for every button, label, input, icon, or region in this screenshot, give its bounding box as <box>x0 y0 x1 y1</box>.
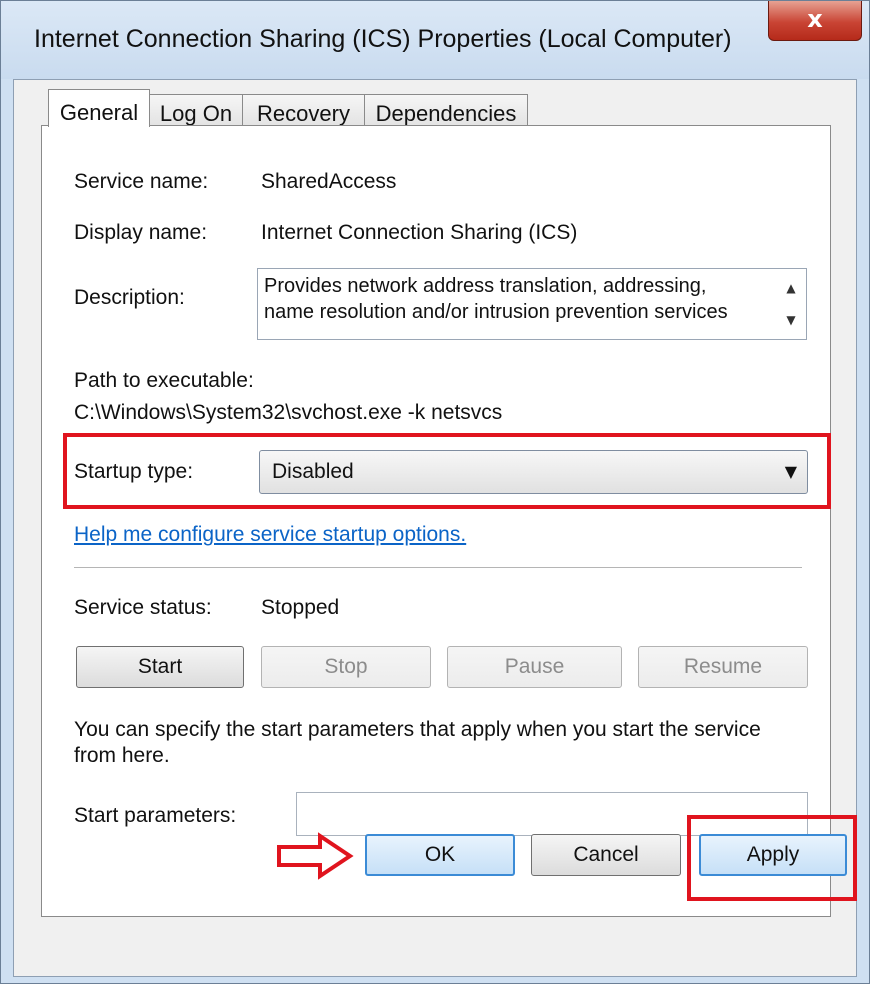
description-label: Description: <box>74 286 185 309</box>
ok-button[interactable]: OK <box>365 834 515 876</box>
service-status-value: Stopped <box>261 596 340 619</box>
description-field[interactable]: Provides network address translation, ad… <box>257 268 807 340</box>
service-name-label: Service name: <box>74 170 209 193</box>
properties-dialog: Internet Connection Sharing (ICS) Proper… <box>0 0 870 984</box>
divider <box>74 567 802 569</box>
startup-type-value: Disabled <box>272 460 354 483</box>
service-status-label: Service status: <box>74 596 212 619</box>
description-text: Provides network address translation, ad… <box>264 275 728 323</box>
scroll-down-icon[interactable]: ▼ <box>780 309 802 331</box>
pause-button[interactable]: Pause <box>447 646 622 688</box>
startup-type-label: Startup type: <box>74 460 194 483</box>
service-name-value: SharedAccess <box>261 170 397 193</box>
tab-recovery[interactable]: Recovery <box>242 94 365 126</box>
chevron-down-icon: ▼ <box>784 462 797 481</box>
startup-type-select[interactable]: Disabled ▼ <box>259 450 808 494</box>
resume-button[interactable]: Resume <box>638 646 808 688</box>
display-name-value: Internet Connection Sharing (ICS) <box>261 221 578 244</box>
start-button[interactable]: Start <box>76 646 244 688</box>
title-bar[interactable]: Internet Connection Sharing (ICS) Proper… <box>1 1 869 79</box>
stop-button[interactable]: Stop <box>261 646 431 688</box>
start-parameters-label: Start parameters: <box>74 804 237 827</box>
tab-general[interactable]: General <box>48 89 150 127</box>
close-icon: x <box>807 5 823 33</box>
tab-dependencies[interactable]: Dependencies <box>364 94 528 126</box>
start-parameters-info: You can specify the start parameters tha… <box>74 718 761 767</box>
path-value: C:\Windows\System32\svchost.exe -k netsv… <box>74 401 503 424</box>
window-title: Internet Connection Sharing (ICS) Proper… <box>34 25 732 53</box>
help-startup-link[interactable]: Help me configure service startup option… <box>74 523 466 547</box>
display-name-label: Display name: <box>74 221 208 244</box>
right-arrow-icon <box>277 832 354 880</box>
cancel-button[interactable]: Cancel <box>531 834 681 876</box>
scroll-up-icon[interactable]: ▲ <box>780 277 802 299</box>
tab-log-on[interactable]: Log On <box>149 94 243 126</box>
close-button[interactable]: x <box>768 1 862 41</box>
path-label: Path to executable: <box>74 369 254 392</box>
apply-button[interactable]: Apply <box>699 834 847 876</box>
